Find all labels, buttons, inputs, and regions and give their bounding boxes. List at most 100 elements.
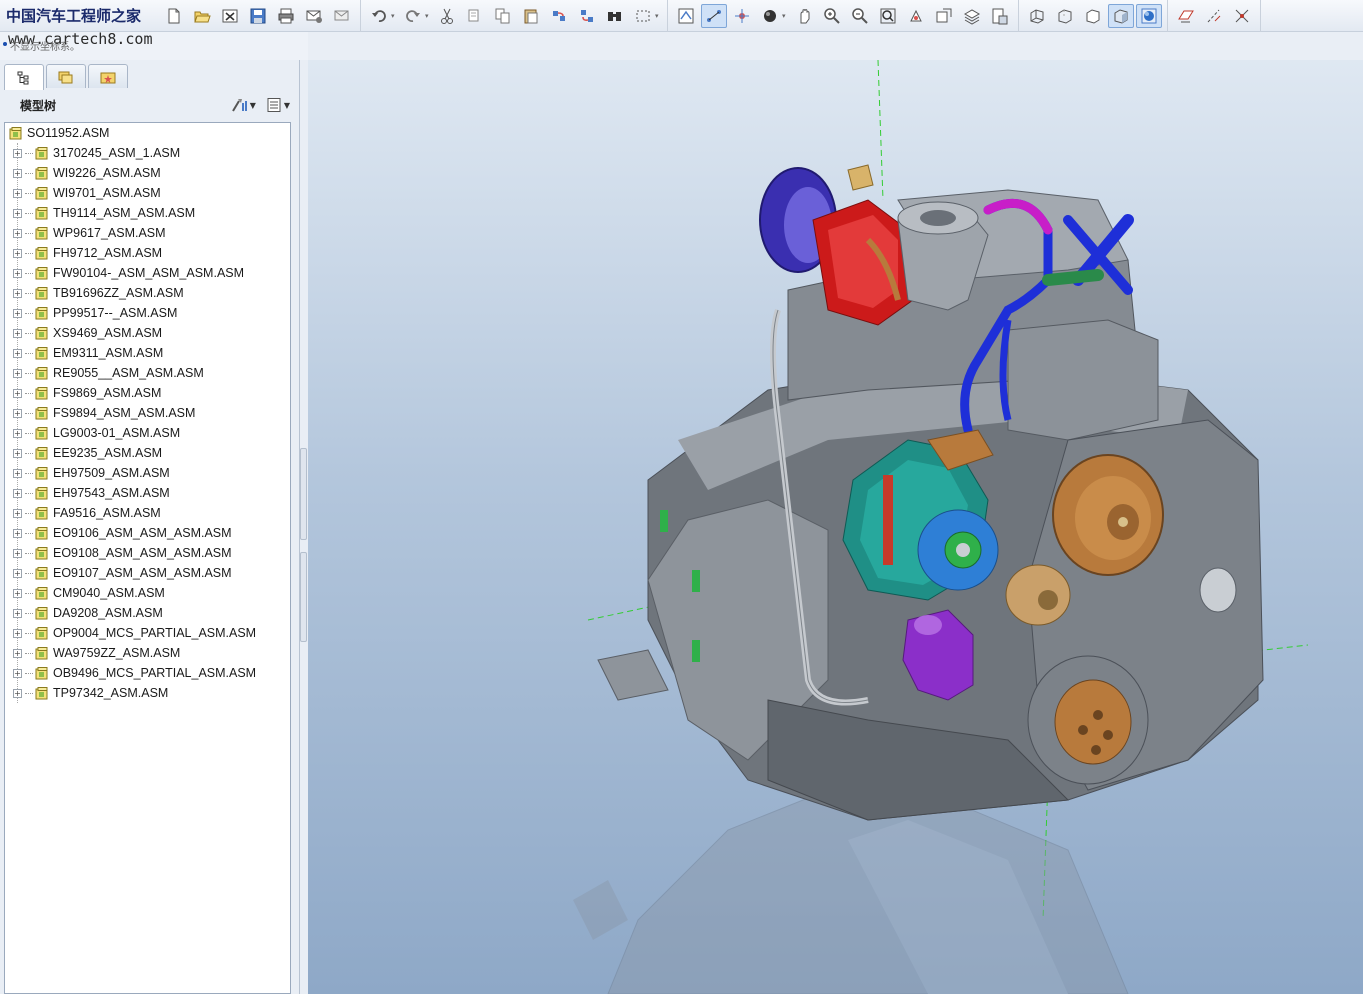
hidden-line-button[interactable] (1052, 4, 1078, 28)
expand-plus-icon[interactable]: + (13, 668, 22, 678)
tree-item[interactable]: + EO9107_ASM_ASM_ASM.ASM (5, 563, 232, 583)
panel-splitter-handle[interactable] (300, 448, 307, 540)
datum-plane-display-button[interactable] (673, 4, 699, 28)
close-window-button[interactable] (217, 4, 243, 28)
enhanced-realism-button[interactable] (1136, 3, 1162, 28)
regenerate-button[interactable] (546, 4, 572, 28)
expand-plus-icon[interactable]: + (13, 188, 22, 198)
expand-plus-icon[interactable]: + (13, 148, 22, 158)
refit-button[interactable] (875, 4, 901, 28)
new-button[interactable] (161, 4, 187, 28)
folder-browser-tab[interactable] (46, 64, 86, 88)
expand-plus-icon[interactable]: + (13, 208, 22, 218)
redo-button[interactable] (400, 4, 426, 28)
tree-item[interactable]: + OB9496_MCS_PARTIAL_ASM.ASM (5, 663, 256, 683)
tree-item[interactable]: + EH97543_ASM.ASM (5, 483, 170, 503)
tree-item[interactable]: + OP9004_MCS_PARTIAL_ASM.ASM (5, 623, 256, 643)
view-manager-button[interactable] (987, 4, 1013, 28)
expand-plus-icon[interactable]: + (13, 488, 22, 498)
expand-plus-icon[interactable]: + (13, 588, 22, 598)
email-button[interactable] (301, 4, 327, 28)
chevron-down-icon[interactable]: ▾ (425, 12, 433, 20)
expand-plus-icon[interactable]: + (13, 688, 22, 698)
select-box-button[interactable] (630, 4, 656, 28)
tree-item[interactable]: + FA9516_ASM.ASM (5, 503, 161, 523)
tree-root-item[interactable]: SO11952.ASM (5, 123, 109, 143)
favorites-tab[interactable] (88, 64, 128, 88)
tree-item[interactable]: + FH9712_ASM.ASM (5, 243, 162, 263)
tree-item[interactable]: + WP9617_ASM.ASM (5, 223, 166, 243)
no-hidden-button[interactable] (1080, 4, 1106, 28)
undo-button[interactable] (366, 4, 392, 28)
paste-button[interactable] (518, 4, 544, 28)
expand-plus-icon[interactable]: + (13, 348, 22, 358)
tree-item[interactable]: + TB91696ZZ_ASM.ASM (5, 283, 184, 303)
shading-button[interactable] (757, 4, 783, 28)
tree-item[interactable]: + WI9701_ASM.ASM (5, 183, 161, 203)
tree-item[interactable]: + FW90104-_ASM_ASM_ASM.ASM (5, 263, 244, 283)
tree-item[interactable]: + WA9759ZZ_ASM.ASM (5, 643, 180, 663)
tree-item[interactable]: + FS9869_ASM.ASM (5, 383, 161, 403)
tree-item[interactable]: + RE9055__ASM_ASM.ASM (5, 363, 204, 383)
tree-item[interactable]: + TP97342_ASM.ASM (5, 683, 168, 703)
expand-plus-icon[interactable]: + (13, 288, 22, 298)
tree-item[interactable]: + PP99517--_ASM.ASM (5, 303, 177, 323)
datum-axis-display-button[interactable] (701, 3, 727, 28)
tree-item[interactable]: + CM9040_ASM.ASM (5, 583, 165, 603)
expand-plus-icon[interactable]: + (13, 528, 22, 538)
expand-plus-icon[interactable]: + (13, 388, 22, 398)
expand-plus-icon[interactable]: + (13, 168, 22, 178)
print-button[interactable] (273, 4, 299, 28)
zoom-in-button[interactable] (819, 4, 845, 28)
tree-item[interactable]: + WI9226_ASM.ASM (5, 163, 161, 183)
tree-item[interactable]: + EM9311_ASM.ASM (5, 343, 163, 363)
chevron-down-icon[interactable]: ▾ (391, 12, 399, 20)
graphics-viewport[interactable] (308, 60, 1363, 994)
datum-axes-button[interactable] (1201, 4, 1227, 28)
email-alt-button[interactable] (329, 4, 355, 28)
save-button[interactable] (245, 4, 271, 28)
zoom-out-button[interactable] (847, 4, 873, 28)
expand-plus-icon[interactable]: + (13, 608, 22, 618)
model-tree-tab[interactable] (4, 64, 44, 90)
datum-planes-button[interactable] (1173, 4, 1199, 28)
expand-plus-icon[interactable]: + (13, 268, 22, 278)
shaded-button[interactable] (1108, 3, 1134, 28)
expand-plus-icon[interactable]: + (13, 368, 22, 378)
datum-points-button[interactable] (1229, 4, 1255, 28)
expand-plus-icon[interactable]: + (13, 508, 22, 518)
expand-plus-icon[interactable]: + (13, 408, 22, 418)
copy-alt-button[interactable] (490, 4, 516, 28)
regenerate-manager-button[interactable] (574, 4, 600, 28)
tree-item[interactable]: + LG9003-01_ASM.ASM (5, 423, 180, 443)
expand-plus-icon[interactable]: + (13, 428, 22, 438)
tree-item[interactable]: + EO9106_ASM_ASM_ASM.ASM (5, 523, 232, 543)
tree-settings-button[interactable]: ▼ (230, 97, 256, 113)
saved-views-button[interactable] (931, 4, 957, 28)
layers-button[interactable] (959, 4, 985, 28)
expand-plus-icon[interactable]: + (13, 548, 22, 558)
cut-button[interactable] (434, 4, 460, 28)
chevron-down-icon[interactable]: ▾ (782, 12, 790, 20)
tree-item[interactable]: + XS9469_ASM.ASM (5, 323, 162, 343)
copy-button[interactable] (462, 4, 488, 28)
chevron-down-icon[interactable]: ▾ (655, 12, 663, 20)
spin-center-button[interactable] (729, 4, 755, 28)
pan-button[interactable] (791, 4, 817, 28)
tree-item[interactable]: + TH9114_ASM_ASM.ASM (5, 203, 195, 223)
tree-columns-button[interactable]: ▼ (266, 97, 290, 113)
tree-item[interactable]: + EH97509_ASM.ASM (5, 463, 170, 483)
tree-item[interactable]: + FS9894_ASM_ASM.ASM (5, 403, 195, 423)
expand-plus-icon[interactable]: + (13, 308, 22, 318)
expand-plus-icon[interactable]: + (13, 228, 22, 238)
expand-plus-icon[interactable]: + (13, 648, 22, 658)
expand-plus-icon[interactable]: + (13, 248, 22, 258)
expand-plus-icon[interactable]: + (13, 568, 22, 578)
expand-plus-icon[interactable]: + (13, 628, 22, 638)
find-button[interactable] (602, 4, 628, 28)
tree-item[interactable]: + DA9208_ASM.ASM (5, 603, 163, 623)
expand-plus-icon[interactable]: + (13, 468, 22, 478)
wireframe-button[interactable] (1024, 4, 1050, 28)
tree-item[interactable]: + EE9235_ASM.ASM (5, 443, 162, 463)
expand-plus-icon[interactable]: + (13, 328, 22, 338)
